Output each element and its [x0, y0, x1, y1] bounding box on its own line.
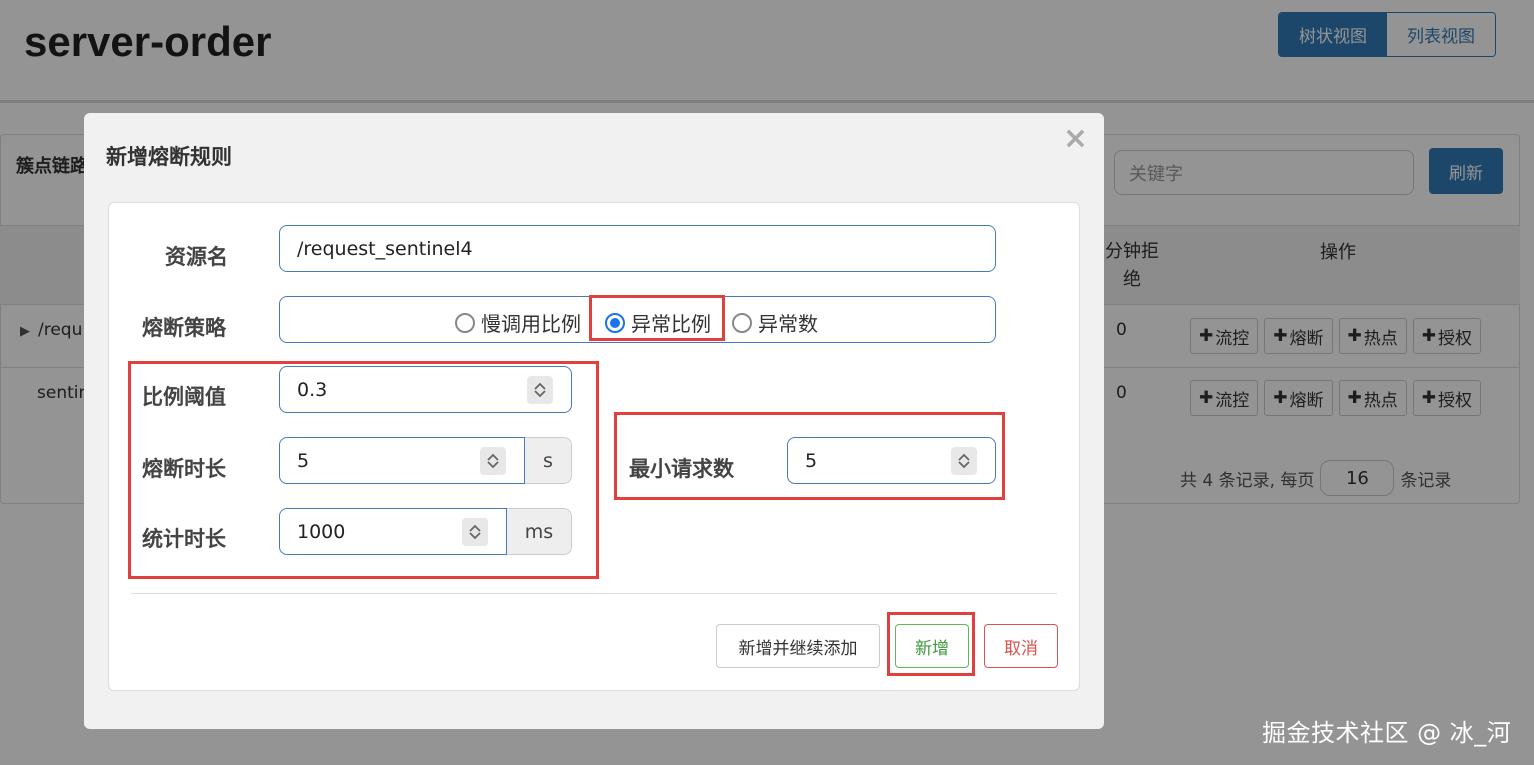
- strategy-option-exception-ratio[interactable]: 异常比例: [605, 308, 711, 337]
- cancel-button[interactable]: 取消: [984, 624, 1058, 668]
- radio-checked-icon[interactable]: [605, 312, 625, 333]
- radio-icon[interactable]: [732, 312, 752, 333]
- stat-interval-input[interactable]: 1000: [279, 508, 507, 555]
- stepper-icon[interactable]: [462, 518, 488, 546]
- strategy-radio-group: 慢调用比例 异常比例 异常数: [279, 296, 996, 343]
- ratio-threshold-input[interactable]: 0.3: [279, 366, 572, 413]
- rule-form: 资源名 /request_sentinel4 熔断策略 慢调用比例 异常比例 异…: [108, 202, 1080, 691]
- stepper-icon[interactable]: [480, 447, 506, 475]
- add-degrade-rule-dialog: 新增熔断规则 × 资源名 /request_sentinel4 熔断策略 慢调用…: [84, 113, 1104, 729]
- resource-label: 资源名: [165, 245, 228, 269]
- duration-unit: s: [525, 437, 572, 484]
- stepper-icon[interactable]: [527, 376, 553, 404]
- ratio-threshold-label: 比例阈值: [142, 385, 226, 409]
- strategy-label: 熔断策略: [142, 316, 226, 340]
- resource-input[interactable]: /request_sentinel4: [279, 225, 996, 272]
- add-button[interactable]: 新增: [895, 624, 969, 668]
- stat-interval-label: 统计时长: [142, 527, 226, 551]
- form-divider: [131, 593, 1057, 594]
- degrade-duration-label: 熔断时长: [142, 457, 226, 481]
- radio-icon[interactable]: [455, 312, 475, 333]
- dialog-title: 新增熔断规则: [106, 145, 232, 169]
- min-request-input[interactable]: 5: [787, 437, 996, 484]
- close-icon[interactable]: ×: [1063, 121, 1088, 156]
- strategy-option-slow-ratio[interactable]: 慢调用比例: [455, 308, 581, 337]
- watermark: 掘金技术社区 @ 冰_河: [1262, 719, 1512, 747]
- stepper-icon[interactable]: [951, 447, 977, 475]
- min-request-label: 最小请求数: [629, 457, 734, 481]
- stat-unit: ms: [507, 508, 572, 555]
- degrade-duration-input[interactable]: 5: [279, 437, 525, 484]
- add-and-continue-button[interactable]: 新增并继续添加: [716, 624, 880, 668]
- strategy-option-exception-count[interactable]: 异常数: [732, 308, 818, 337]
